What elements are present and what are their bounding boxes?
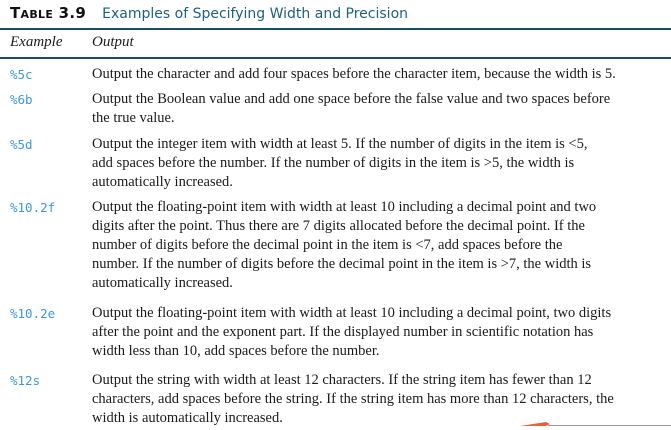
description-line: automatically increased. <box>92 275 233 291</box>
description-line: after the point and the exponent part. I… <box>92 324 594 340</box>
description-line: Output the character and add four spaces… <box>92 66 616 82</box>
header-rule <box>0 57 671 59</box>
arrow-annotation-icon <box>520 422 550 426</box>
table-caption: Table 3.9 Examples of Specifying Width an… <box>10 4 408 23</box>
output-description: Output the string with width at least 12… <box>92 371 614 428</box>
output-description: Output the character and add four spaces… <box>92 65 616 84</box>
format-specifier: %10.2f <box>10 200 56 215</box>
table-title: Examples of Specifying Width and Precisi… <box>102 6 409 22</box>
description-line: Output the integer item with width at le… <box>92 136 588 152</box>
description-line: add spaces before the number. If the num… <box>92 155 575 171</box>
description-line: Output the floating-point item with widt… <box>92 305 612 321</box>
description-line: Output the Boolean value and add one spa… <box>92 91 611 107</box>
format-specifier: %10.2e <box>10 306 56 321</box>
description-line: Output the string with width at least 12… <box>92 372 592 388</box>
format-specifier: %5c <box>10 67 33 82</box>
output-description: Output the floating-point item with widt… <box>92 304 611 361</box>
output-description: Output the Boolean value and add one spa… <box>92 90 610 128</box>
header-output: Output <box>92 34 134 50</box>
description-line: digits after the point. Thus there are 7… <box>92 218 585 234</box>
header-example: Example <box>10 34 63 50</box>
description-line: number of digits before the decimal poin… <box>92 237 563 253</box>
output-description: Output the integer item with width at le… <box>92 135 587 192</box>
description-line: width less than 10, add spaces before th… <box>92 343 380 359</box>
description-line: automatically increased. <box>92 174 233 190</box>
format-specifier: %12s <box>10 373 41 388</box>
table-number: Table 3.9 <box>10 4 87 22</box>
format-specifier: %6b <box>10 92 33 107</box>
output-description: Output the floating-point item with widt… <box>92 198 596 293</box>
description-line: the true value. <box>92 110 175 126</box>
description-line: number. If the number of digits before t… <box>92 256 592 272</box>
description-line: characters, add spaces before the string… <box>92 391 614 407</box>
top-rule <box>0 28 671 30</box>
description-line: Output the floating-point item with widt… <box>92 199 597 215</box>
format-specifier: %5d <box>10 137 33 152</box>
annotation-line <box>548 425 671 426</box>
